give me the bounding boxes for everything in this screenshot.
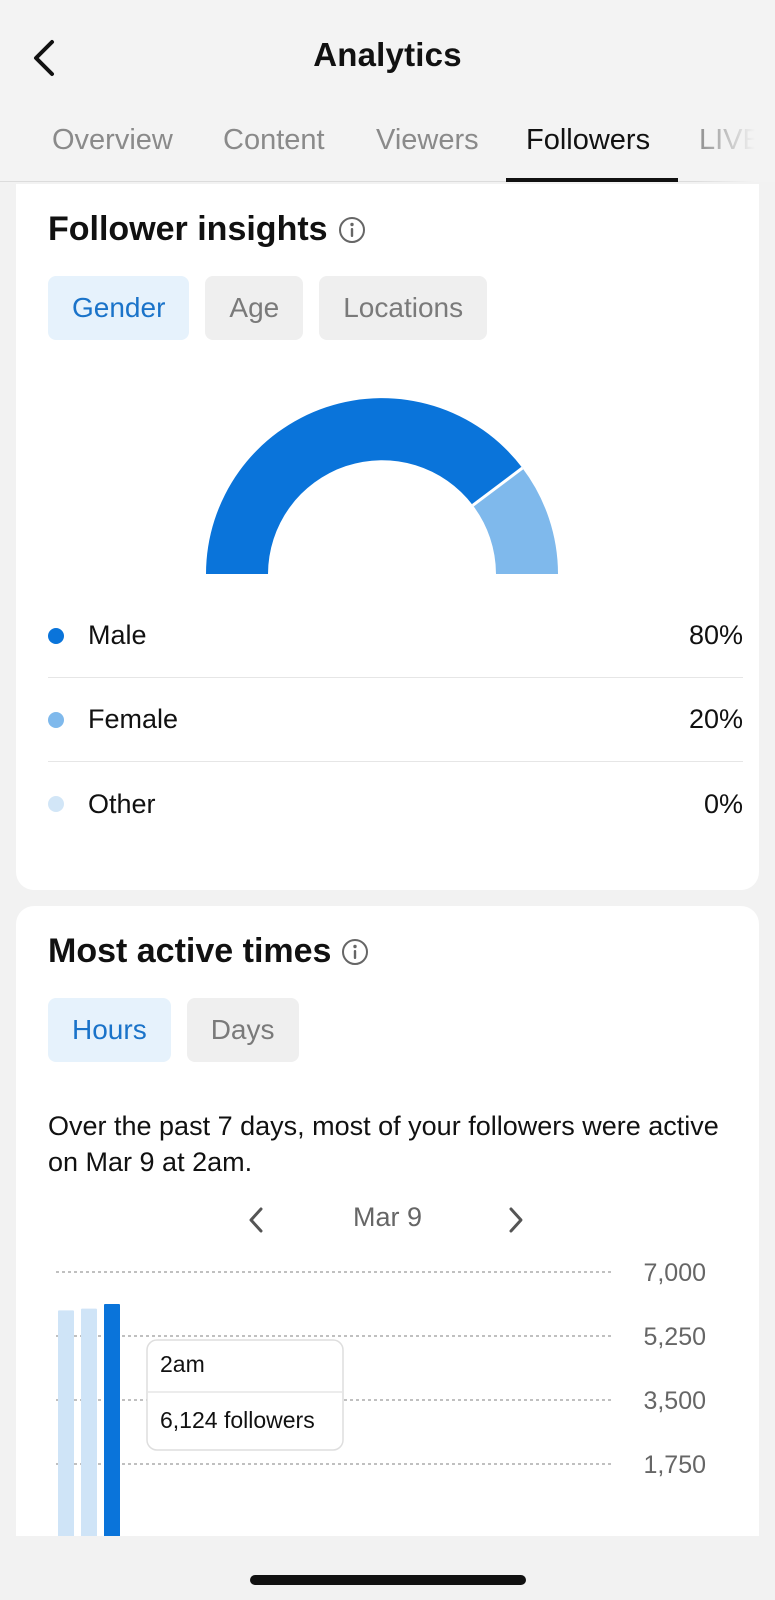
legend-value: 80% [688, 620, 743, 650]
chart-bar-1am[interactable] [81, 1308, 97, 1536]
active-tab-indicator [506, 178, 678, 182]
home-indicator [250, 1575, 526, 1585]
legend-label: Other [88, 788, 156, 819]
chevron-right-icon [509, 1207, 523, 1233]
gender-donut-chart [204, 398, 564, 576]
donut-segment-male [206, 398, 523, 574]
chart-bar-2am[interactable] [104, 1304, 120, 1536]
y-tick-label: 1,750 [643, 1451, 706, 1479]
info-icon[interactable] [341, 938, 369, 966]
legend-item-other: Other 0% [48, 762, 743, 846]
active-hours-chart: 7,000 5,250 3,500 1,750 2am 6,124 followers [16, 1256, 759, 1536]
legend-value: 0% [703, 788, 743, 819]
info-icon[interactable] [338, 216, 366, 244]
follower-insights-card: Follower insights Gender Age Locations M… [16, 184, 759, 890]
chip-hours[interactable]: Hours [48, 998, 171, 1062]
legend-label: Female [88, 704, 179, 734]
next-date-button[interactable] [494, 1198, 538, 1242]
most-active-title: Most active times [48, 932, 332, 970]
chip-age[interactable]: Age [205, 276, 304, 340]
chart-tooltip: 2am 6,124 followers [146, 1339, 344, 1451]
tab-content[interactable]: Content [223, 124, 325, 157]
tooltip-hour: 2am [160, 1351, 205, 1377]
tab-live[interactable]: LIVE [699, 124, 762, 157]
follower-insights-title: Follower insights [48, 210, 328, 248]
active-times-description: Over the past 7 days, most of your follo… [48, 1111, 719, 1177]
y-tick-label: 7,000 [643, 1259, 706, 1287]
female-dot [48, 711, 64, 728]
tab-overview[interactable]: Overview [52, 124, 173, 157]
legend-value: 20% [688, 704, 743, 734]
follower-insights-heading: Follower insights [48, 210, 366, 249]
legend-label: Male [88, 620, 147, 650]
active-hours-chart-svg: 7,000 5,250 3,500 1,750 2am 6,124 followers [56, 1259, 706, 1536]
tooltip-followers: 6,124 followers [160, 1407, 315, 1433]
chip-days[interactable]: Days [186, 998, 299, 1062]
tab-bar: Overview Content Viewers Followers LIVE [0, 110, 775, 182]
legend-item-male: Male 80% [48, 594, 743, 678]
follower-insights-filter: Gender Age Locations [48, 276, 488, 340]
most-active-heading: Most active times [48, 932, 369, 971]
chart-bar-12am[interactable] [58, 1310, 74, 1536]
current-date: Mar 9 [352, 1202, 423, 1232]
other-dot [48, 796, 64, 812]
chip-locations[interactable]: Locations [319, 276, 488, 340]
legend-item-female: Female 20% [48, 678, 743, 762]
page-title: Analytics [313, 36, 462, 73]
tab-followers[interactable]: Followers [526, 124, 650, 157]
male-dot [48, 627, 64, 644]
chip-gender[interactable]: Gender [48, 276, 190, 340]
y-tick-label: 3,500 [643, 1387, 706, 1415]
app-header: Analytics Overview Content Viewers Follo… [0, 0, 775, 182]
date-navigator: Mar 9 [16, 1198, 759, 1242]
active-times-filter: Hours Days [48, 998, 299, 1062]
most-active-times-card: Most active times Hours Days Over the pa… [16, 906, 759, 1536]
tab-viewers[interactable]: Viewers [376, 124, 479, 157]
y-tick-label: 5,250 [643, 1323, 706, 1351]
